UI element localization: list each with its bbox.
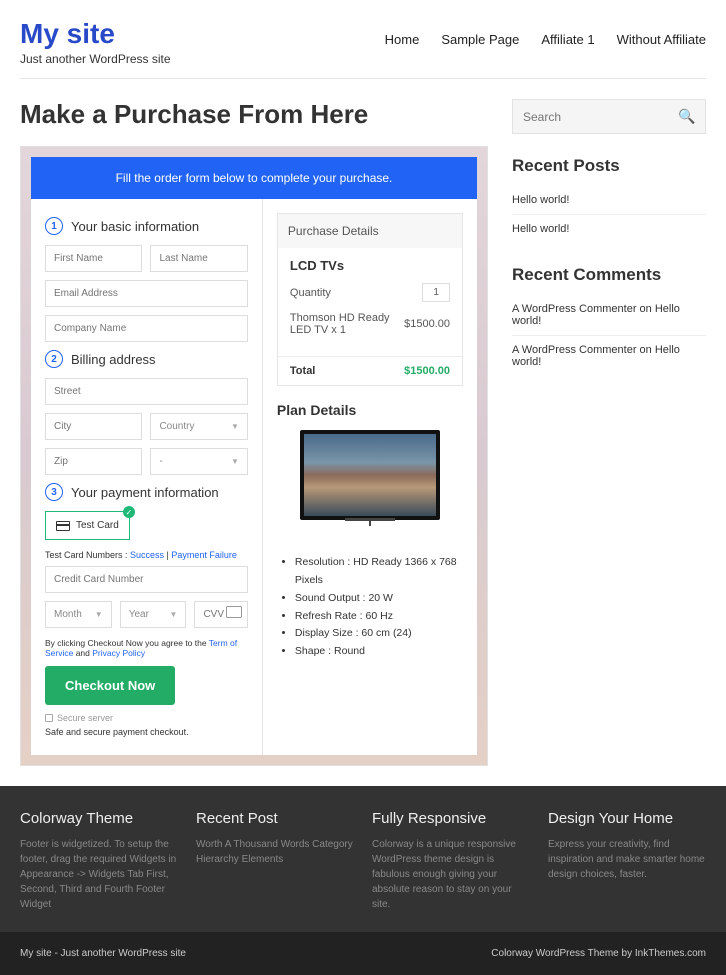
step-3-icon: 3 [45, 483, 63, 501]
recent-post-item[interactable]: Hello world! [512, 186, 706, 215]
product-image [300, 430, 440, 540]
year-label: Year [129, 609, 149, 620]
footer-col-text: Express your creativity, find inspiratio… [548, 837, 706, 882]
search-input[interactable] [523, 110, 678, 124]
chevron-down-icon: ▼ [231, 457, 239, 466]
check-icon: ✓ [123, 506, 135, 518]
recent-comment-item[interactable]: A WordPress Commenter on Hello world! [512, 295, 706, 336]
footer-bar-right[interactable]: Colorway WordPress Theme by InkThemes.co… [491, 948, 706, 959]
chevron-down-icon: ▼ [231, 422, 239, 431]
summary-category: LCD TVs [290, 258, 450, 273]
footer-col-title: Design Your Home [548, 810, 706, 827]
section-payment-label: Your payment information [71, 485, 219, 500]
email-input[interactable] [45, 280, 248, 307]
street-input[interactable] [45, 378, 248, 405]
search-box[interactable]: 🔍 [512, 99, 706, 134]
city-input[interactable] [45, 413, 142, 440]
month-select[interactable]: Month ▼ [45, 601, 112, 628]
last-name-input[interactable] [150, 245, 247, 272]
quantity-input[interactable]: 1 [422, 283, 450, 302]
test-failure-link[interactable]: Payment Failure [171, 550, 237, 560]
total-value: $1500.00 [404, 365, 450, 377]
site-tagline: Just another WordPress site [20, 52, 171, 66]
nav-home[interactable]: Home [385, 32, 420, 47]
summary-price: $1500.00 [404, 318, 450, 330]
summary-item: Thomson HD Ready LED TV x 1 [290, 312, 390, 336]
state-select-label: - [159, 456, 162, 467]
section-billing: 2 Billing address [45, 350, 248, 368]
footer-bar-left: My site - Just another WordPress site [20, 948, 186, 959]
secure-server: Secure server [45, 713, 248, 723]
footer-col-title: Fully Responsive [372, 810, 530, 827]
product-specs: Resolution : HD Ready 1366 x 768 Pixels … [277, 554, 463, 661]
footer-col-title: Recent Post [196, 810, 354, 827]
recent-posts-heading: Recent Posts [512, 156, 706, 176]
month-label: Month [54, 609, 82, 620]
test-card-label: Test Card [76, 520, 119, 531]
spec-item: Display Size : 60 cm (24) [295, 625, 463, 643]
zip-input[interactable] [45, 448, 142, 475]
cc-number-input[interactable] [45, 566, 248, 593]
safe-text: Safe and secure payment checkout. [45, 727, 248, 737]
spec-item: Refresh Rate : 60 Hz [295, 608, 463, 626]
nav-without-affiliate[interactable]: Without Affiliate [617, 32, 706, 47]
section-basic-info: 1 Your basic information [45, 217, 248, 235]
chevron-down-icon: ▼ [170, 610, 178, 619]
search-icon[interactable]: 🔍 [678, 108, 695, 125]
recent-comment-item[interactable]: A WordPress Commenter on Hello world! [512, 336, 706, 376]
page-title: Make a Purchase From Here [20, 99, 488, 130]
card-icon [56, 521, 70, 531]
spec-item: Resolution : HD Ready 1366 x 768 Pixels [295, 554, 463, 590]
step-2-icon: 2 [45, 350, 63, 368]
spec-item: Sound Output : 20 W [295, 590, 463, 608]
year-select[interactable]: Year ▼ [120, 601, 187, 628]
footer-col-text: Colorway is a unique responsive WordPres… [372, 837, 530, 912]
recent-post-item[interactable]: Hello world! [512, 215, 706, 243]
footer-col-text: Worth A Thousand Words Category Hierarch… [196, 837, 354, 867]
plan-details-heading: Plan Details [277, 402, 463, 418]
footer-col-title: Colorway Theme [20, 810, 178, 827]
nav-sample-page[interactable]: Sample Page [441, 32, 519, 47]
country-select[interactable]: Country ▼ [150, 413, 247, 440]
purchase-summary: Purchase Details LCD TVs Quantity 1 Thom… [277, 213, 463, 386]
main-nav: Home Sample Page Affiliate 1 Without Aff… [385, 32, 706, 47]
spec-item: Shape : Round [295, 643, 463, 661]
test-card-numbers: Test Card Numbers : Success | Payment Fa… [45, 550, 248, 560]
terms-text: By clicking Checkout Now you agree to th… [45, 638, 248, 658]
company-input[interactable] [45, 315, 248, 342]
summary-heading: Purchase Details [278, 214, 462, 248]
footer-col-text: Footer is widgetized. To setup the foote… [20, 837, 178, 912]
privacy-link[interactable]: Privacy Policy [92, 648, 145, 658]
quantity-label: Quantity [290, 287, 331, 299]
section-payment: 3 Your payment information [45, 483, 248, 501]
card-back-icon [226, 606, 242, 618]
checkout-button[interactable]: Checkout Now [45, 666, 175, 705]
test-card-option[interactable]: Test Card ✓ [45, 511, 130, 540]
lock-icon [45, 714, 53, 722]
total-label: Total [290, 365, 315, 377]
recent-comments-heading: Recent Comments [512, 265, 706, 285]
first-name-input[interactable] [45, 245, 142, 272]
order-banner: Fill the order form below to complete yo… [31, 157, 477, 199]
nav-affiliate-1[interactable]: Affiliate 1 [541, 32, 594, 47]
country-select-label: Country [159, 421, 194, 432]
site-title[interactable]: My site [20, 18, 171, 50]
section-billing-label: Billing address [71, 352, 156, 367]
test-success-link[interactable]: Success [130, 550, 164, 560]
section-basic-info-label: Your basic information [71, 219, 199, 234]
step-1-icon: 1 [45, 217, 63, 235]
state-select[interactable]: -▼ [150, 448, 247, 475]
chevron-down-icon: ▼ [95, 610, 103, 619]
